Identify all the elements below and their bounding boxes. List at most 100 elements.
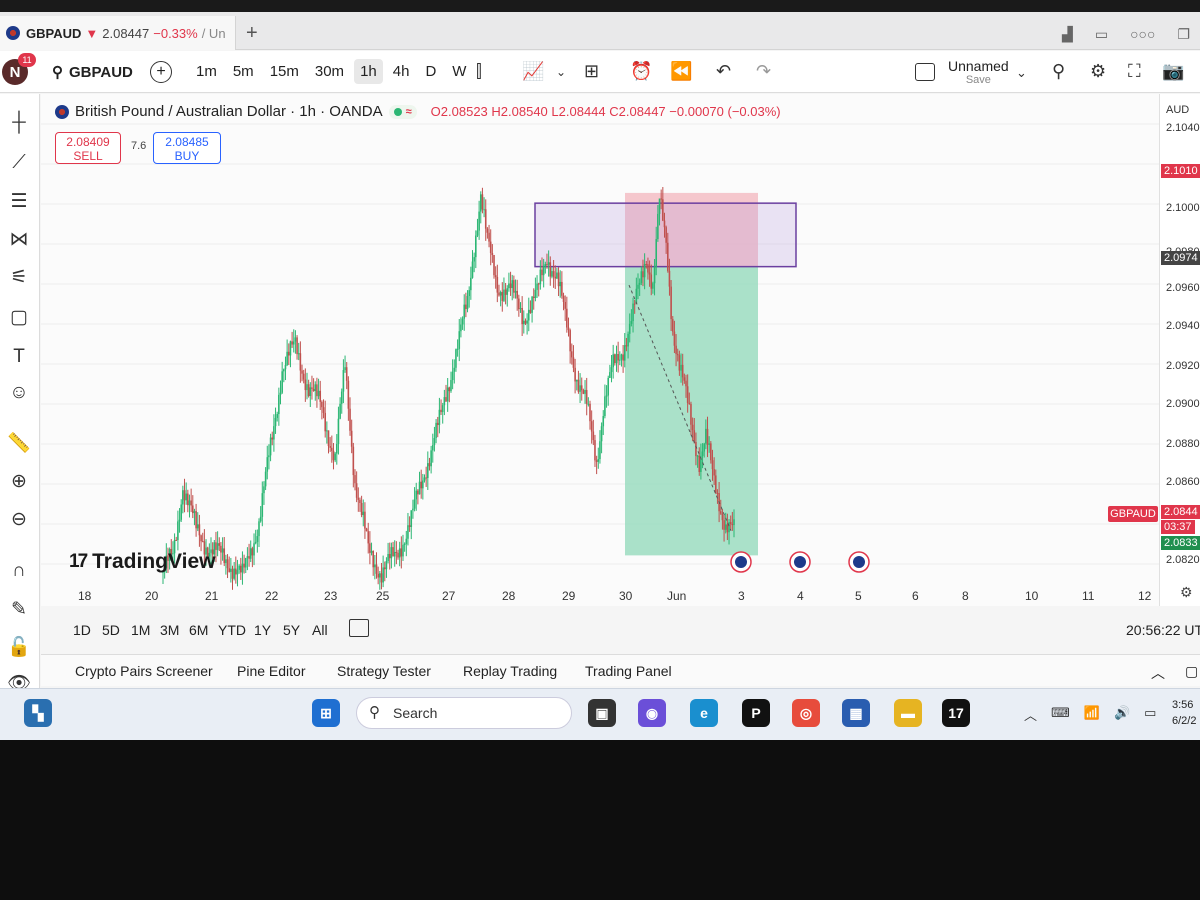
settings-icon[interactable]: ⚙ <box>1090 61 1106 82</box>
volume-icon[interactable]: 🔊 <box>1114 705 1130 724</box>
sell-button[interactable]: 2.08409 SELL <box>55 132 121 164</box>
layout-square-icon[interactable] <box>915 63 935 81</box>
candle-body <box>723 520 725 530</box>
alert-clock-icon[interactable]: ⏰ <box>630 61 652 82</box>
chevron-down-icon[interactable]: ⌄ <box>1016 65 1027 81</box>
time-tick: 4 <box>797 589 804 603</box>
interval-30m[interactable]: 30m <box>309 59 350 84</box>
zoom-in-icon[interactable]: ⊕ <box>6 468 32 494</box>
time-axis[interactable]: 18 20 21 22 23 25 27 28 29 30 Jun 3 4 5 6 8 10 11 12 <box>41 582 1159 606</box>
range-5d[interactable]: 5D <box>102 622 120 638</box>
layout-name-button[interactable]: Unnamed Save <box>948 59 1009 87</box>
tradingview-logo[interactable]: 17 TradingView <box>69 550 215 574</box>
utc-clock[interactable]: 20:56:22 UTC <box>1126 622 1200 638</box>
interval-1m[interactable]: 1m <box>190 59 223 84</box>
copy-icon[interactable]: ❐ <box>1177 26 1190 43</box>
wifi-icon[interactable]: 📶 <box>1084 705 1100 724</box>
panel-tab-pine-editor[interactable]: Pine Editor <box>237 663 305 679</box>
teams-icon[interactable]: ◉ <box>638 699 666 727</box>
indicator-icon[interactable]: 📈 <box>522 61 544 82</box>
widgets-icon[interactable]: ▚ <box>24 699 52 727</box>
camera-icon[interactable]: 📷 <box>1162 61 1184 82</box>
battery-icon[interactable]: ▭ <box>1144 705 1156 724</box>
calendar-icon[interactable] <box>349 619 369 637</box>
compare-add-button[interactable]: + <box>150 61 172 83</box>
interval-15m[interactable]: 15m <box>264 59 305 84</box>
panel-tab-crypto-pairs-screener[interactable]: Crypto Pairs Screener <box>75 663 213 679</box>
candle-body <box>326 430 328 432</box>
file-explorer-icon[interactable]: ▬ <box>894 699 922 727</box>
lock-icon[interactable]: 🔓 <box>6 634 32 660</box>
candle-body <box>670 286 672 320</box>
quick-search-icon[interactable]: ⚲ <box>1052 61 1065 82</box>
price-chart[interactable] <box>41 94 1159 606</box>
fib-retracement-icon[interactable]: ☰ <box>6 188 32 214</box>
tradingview-app-icon[interactable]: 17 <box>942 699 970 727</box>
new-tab-button[interactable]: + <box>246 22 258 45</box>
range-5y[interactable]: 5Y <box>283 622 300 638</box>
chevron-up-icon[interactable]: ︿ <box>1024 705 1037 724</box>
maximize-panel-icon[interactable]: ▢ <box>1185 663 1198 680</box>
chrome-icon[interactable]: ◎ <box>792 699 820 727</box>
replay-icon[interactable]: ⏪ <box>670 61 692 82</box>
candle-body <box>680 364 682 371</box>
collapse-panel-icon[interactable]: ︿ <box>1151 663 1165 683</box>
more-icon[interactable]: ○○○ <box>1130 26 1155 43</box>
geometric-shapes-icon[interactable]: ▢ <box>6 304 32 330</box>
windows-start-icon[interactable]: ⊞ <box>312 699 340 727</box>
candle-body <box>261 493 264 517</box>
interval-D[interactable]: D <box>419 59 442 84</box>
prediction-icon[interactable]: ⚟ <box>6 264 32 290</box>
chevron-down-icon[interactable]: ⌄ <box>556 65 566 79</box>
candles-icon[interactable]: ⫿ <box>476 61 482 82</box>
range-1d[interactable]: 1D <box>73 622 91 638</box>
interval-5m[interactable]: 5m <box>227 59 260 84</box>
range-1y[interactable]: 1Y <box>254 622 271 638</box>
candle-body <box>600 426 603 442</box>
layout-grid-icon[interactable]: ⊞ <box>584 61 599 82</box>
edge-icon[interactable]: e <box>690 699 718 727</box>
price-scale[interactable]: AUD 2.10402.10002.09802.09602.09402.0920… <box>1159 94 1200 606</box>
market-status-badge[interactable]: ≈ <box>388 104 417 119</box>
lock-drawing-icon[interactable]: ✎ <box>6 596 32 622</box>
ruler-icon[interactable]: 📏 <box>6 430 32 456</box>
store-icon[interactable]: ▦ <box>842 699 870 727</box>
keyboard-icon[interactable]: ⌨ <box>1051 705 1070 724</box>
range-3m[interactable]: 3M <box>160 622 179 638</box>
undo-icon[interactable]: ↶ <box>716 61 731 82</box>
redo-icon[interactable]: ↷ <box>756 61 771 82</box>
symbol-search[interactable]: ⚲ GBPAUD <box>52 63 133 82</box>
chart-pane[interactable]: British Pound / Australian Dollar · 1h ·… <box>41 94 1159 606</box>
interval-1h[interactable]: 1h <box>354 59 383 84</box>
stats-icon[interactable]: ▟ <box>1062 26 1073 43</box>
candle-body <box>321 401 323 408</box>
range-ytd[interactable]: YTD <box>218 622 246 638</box>
taskbar-search[interactable]: ⚲ Search <box>356 697 572 729</box>
range-all[interactable]: All <box>312 622 328 638</box>
range-6m[interactable]: 6M <box>189 622 208 638</box>
desktop-icon[interactable]: ▭ <box>1095 26 1108 43</box>
trendline-icon[interactable]: ⟋ <box>6 150 32 176</box>
axis-settings-icon[interactable]: ⚙ <box>1180 584 1193 601</box>
browser-tab[interactable]: GBPAUD ▼ 2.08447 −0.33% / Un <box>0 16 236 50</box>
panel-tab-trading-panel[interactable]: Trading Panel <box>585 663 672 679</box>
text-icon[interactable]: T <box>6 344 32 370</box>
panel-tab-strategy-tester[interactable]: Strategy Tester <box>337 663 431 679</box>
candle-body <box>648 272 651 275</box>
buy-button[interactable]: 2.08485 BUY <box>153 132 221 164</box>
interval-4h[interactable]: 4h <box>387 59 416 84</box>
interval-W[interactable]: W <box>446 59 472 84</box>
panel-tab-replay-trading[interactable]: Replay Trading <box>463 663 557 679</box>
candle-body <box>243 563 245 568</box>
magnet-icon[interactable]: ∩ <box>6 558 32 584</box>
crosshair-icon[interactable]: ┼ <box>6 110 32 136</box>
zoom-out-icon[interactable]: ⊖ <box>6 506 32 532</box>
range-1m[interactable]: 1M <box>131 622 150 638</box>
aud-event-flag-fill <box>794 556 806 568</box>
emoji-icon[interactable]: ☺ <box>6 380 32 406</box>
task-view-icon[interactable]: ▣ <box>588 699 616 727</box>
terminal-app-icon[interactable]: P <box>742 699 770 727</box>
system-clock[interactable]: 3:56 6/2/2 <box>1172 697 1196 729</box>
fullscreen-icon[interactable]: ⛶ <box>1128 61 1141 82</box>
pattern-icon[interactable]: ⋈ <box>6 226 32 252</box>
